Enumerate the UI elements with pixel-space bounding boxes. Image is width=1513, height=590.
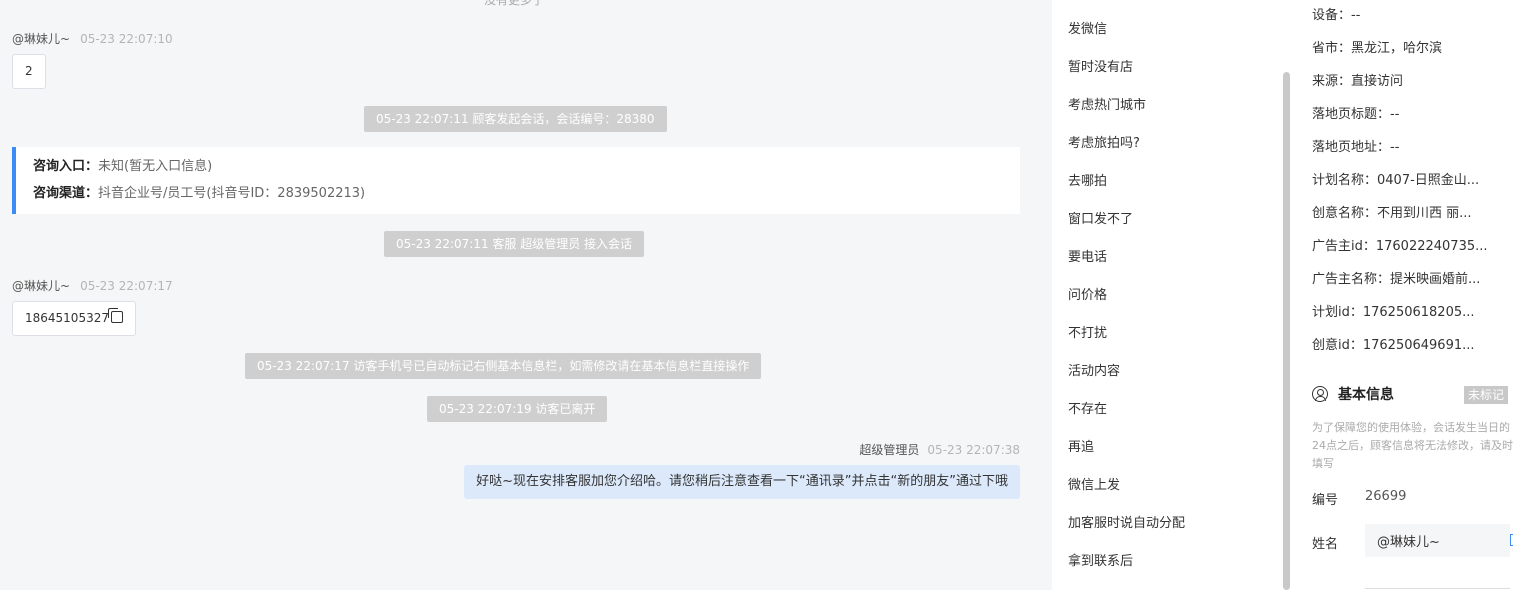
user-icon <box>1312 386 1328 402</box>
system-message: 05-23 22:07:19 访客已离开 <box>427 396 608 422</box>
channel-value: 抖音企业号/员工号(抖音号ID：2839502213) <box>98 186 366 201</box>
quick-reply-item[interactable]: 考虑热门城市 <box>1068 94 1146 113</box>
id-value: 26699 <box>1365 489 1407 504</box>
mark-status-badge[interactable]: 未标记 <box>1464 386 1509 404</box>
message-text: 18645105327 <box>25 311 109 325</box>
quick-reply-item[interactable]: 活动内容 <box>1068 360 1120 379</box>
no-more-text: 没有更多了 <box>484 0 545 7</box>
chat-panel: 没有更多了 @琳妹儿~ 05-23 22:07:10 2 05-23 22:07:… <box>0 0 1034 590</box>
channel-label: 咨询渠道： <box>33 186 99 201</box>
quick-reply-item[interactable]: 再追 <box>1068 436 1094 455</box>
quick-reply-item[interactable]: 考虑旅拍吗? <box>1068 132 1140 151</box>
outgoing-message-header: 超级管理员 05-23 22:07:38 <box>859 441 1020 458</box>
quick-reply-item[interactable]: 暂时没有店 <box>1068 56 1133 75</box>
sender-name: @琳妹儿~ <box>12 279 71 293</box>
message-text: 2 <box>25 64 33 78</box>
entry-label: 咨询入口： <box>33 159 99 174</box>
system-message: 05-23 22:07:17 访客手机号已自动标记右侧基本信息栏，如需修改请在基… <box>245 353 762 379</box>
quick-reply-item[interactable]: 发微信 <box>1068 18 1107 37</box>
quick-reply-item[interactable]: 去哪拍 <box>1068 170 1107 189</box>
info-row-region: 省市：黑龙江，哈尔滨 <box>1312 41 1443 56</box>
message-bubble[interactable]: 18645105327 <box>12 301 136 336</box>
basic-info-title: 基本信息 <box>1312 384 1394 404</box>
id-label: 编号 <box>1312 493 1339 508</box>
message-time: 05-23 22:07:17 <box>80 279 173 293</box>
agent-name: 超级管理员 <box>859 443 920 457</box>
system-message: 05-23 22:07:11 顾客发起会话，会话编号：28380 <box>364 106 667 132</box>
info-row-landing-title: 落地页标题：-- <box>1312 107 1400 122</box>
copy-icon[interactable] <box>107 308 123 323</box>
message-bubble[interactable]: 2 <box>12 54 46 89</box>
quick-reply-item[interactable]: 加客服时说自动分配 <box>1068 512 1185 531</box>
outgoing-message-bubble[interactable]: 好哒~现在安排客服加您介绍哈。请您稍后注意查看一下“通讯录”并点击“新的朋友”通… <box>464 465 1020 499</box>
info-row-plan-id: 计划id：176250618205... <box>1312 305 1475 320</box>
info-row-advertiser-id: 广告主id：176022240735... <box>1312 239 1488 254</box>
visitor-info-panel: 设备：-- 省市：黑龙江，哈尔滨 来源：直接访问 落地页标题：-- 落地页地址：… <box>1292 0 1513 590</box>
sender-name: @琳妹儿~ <box>12 32 71 46</box>
quick-reply-item[interactable]: 微信上发 <box>1068 474 1120 493</box>
quick-reply-item[interactable]: 问价格 <box>1068 284 1107 303</box>
info-row-plan-name: 计划名称：0407-日照金山... <box>1312 173 1480 188</box>
name-input[interactable] <box>1365 524 1510 557</box>
info-row-creative-id: 创意id：176250649691... <box>1312 338 1475 353</box>
message-time: 05-23 22:07:10 <box>80 32 173 46</box>
basic-info-label: 基本信息 <box>1338 387 1394 403</box>
quick-reply-panel: 发微信 暂时没有店 考虑热门城市 考虑旅拍吗? 去哪拍 窗口发不了 要电话 问价… <box>1052 0 1292 590</box>
entry-value: 未知(暂无入口信息) <box>98 159 213 174</box>
info-row-source: 来源：直接访问 <box>1312 74 1404 89</box>
quick-reply-item[interactable]: 拿到联系后 <box>1068 550 1133 569</box>
quick-reply-item[interactable]: 要电话 <box>1068 246 1107 265</box>
quick-reply-item[interactable]: 不打扰 <box>1068 322 1107 341</box>
info-row-advertiser-name: 广告主名称：提米映画婚前... <box>1312 272 1481 287</box>
info-row-device: 设备：-- <box>1312 8 1361 23</box>
message-header: @琳妹儿~ 05-23 22:07:17 <box>12 277 173 294</box>
message-header: @琳妹儿~ 05-23 22:07:10 <box>12 30 173 47</box>
edit-notice: 为了保障您的使用体验，会话发生当日的24点之后，顾客信息将无法修改，请及时填写 <box>1312 421 1513 470</box>
quick-reply-scrollbar[interactable] <box>1283 72 1290 590</box>
quick-reply-item[interactable]: 窗口发不了 <box>1068 208 1133 227</box>
name-label: 姓名 <box>1312 537 1339 552</box>
entry-info-card: 咨询入口：未知(暂无入口信息) 咨询渠道：抖音企业号/员工号(抖音号ID：283… <box>12 147 1020 214</box>
system-message: 05-23 22:07:11 客服 超级管理员 接入会话 <box>384 231 645 257</box>
info-row-landing-url: 落地页地址：-- <box>1312 140 1400 155</box>
quick-reply-item[interactable]: 不存在 <box>1068 398 1107 417</box>
message-time: 05-23 22:07:38 <box>927 443 1020 457</box>
info-row-creative-name: 创意名称：不用到川西 丽... <box>1312 206 1472 221</box>
